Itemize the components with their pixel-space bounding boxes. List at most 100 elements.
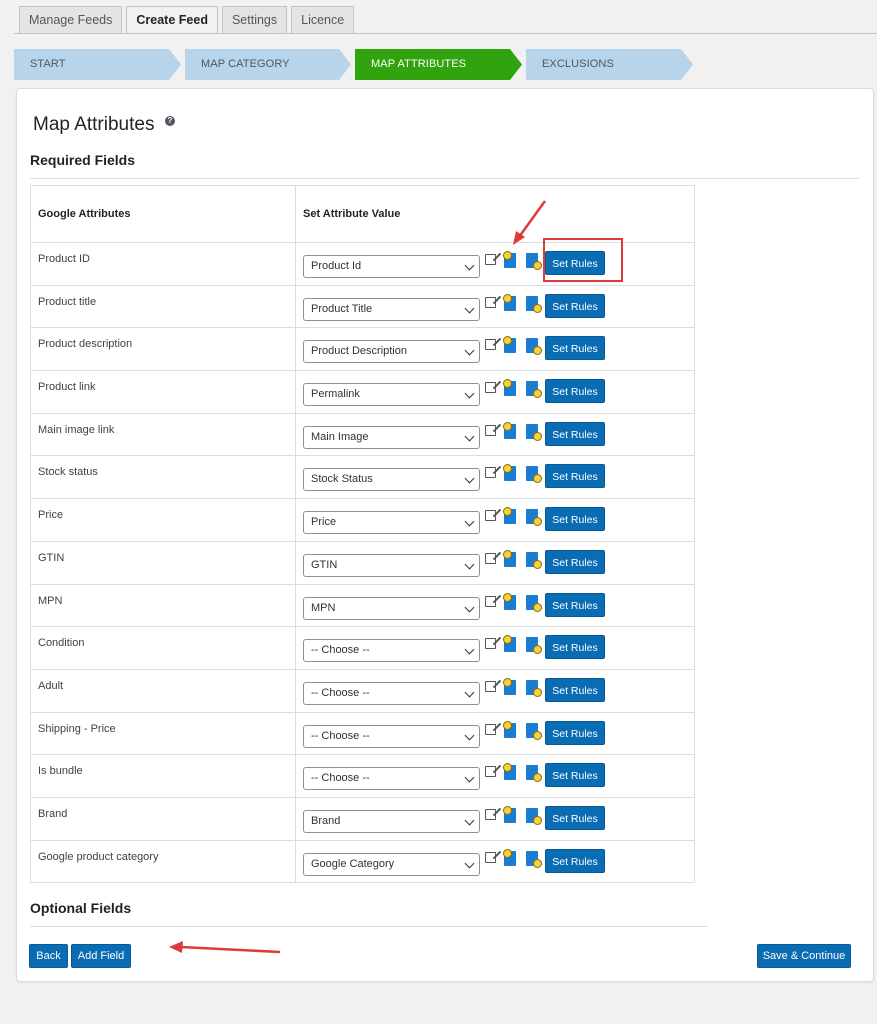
edit-icon[interactable] [485, 339, 496, 351]
set-rules-button[interactable]: Set Rules [545, 848, 605, 873]
attribute-value-select[interactable]: Google Category [303, 852, 480, 876]
attribute-value-select[interactable]: -- Choose -- [303, 639, 480, 663]
add-attribute-icon[interactable] [503, 677, 520, 697]
combine-attribute-icon[interactable] [525, 251, 542, 270]
question-circle-icon[interactable]: ? [165, 116, 175, 126]
edit-icon[interactable] [485, 467, 496, 479]
combine-attribute-icon[interactable] [525, 721, 542, 740]
edit-icon[interactable] [485, 552, 496, 564]
attribute-value-select[interactable]: Main Image [303, 425, 480, 449]
edit-icon[interactable] [485, 254, 496, 265]
set-rules-button[interactable]: Set Rules [545, 677, 605, 702]
combine-attribute-icon[interactable] [525, 507, 542, 527]
select-value: Brand [311, 814, 341, 827]
set-rules-button[interactable]: Set Rules [545, 763, 605, 788]
add-attribute-icon[interactable] [503, 464, 520, 483]
attribute-value-select[interactable]: GTIN [303, 553, 480, 577]
set-rules-button[interactable]: Set Rules [545, 720, 605, 745]
attribute-value-select[interactable]: Product Id [303, 255, 480, 278]
combine-attribute-icon[interactable] [525, 464, 542, 484]
combine-attribute-icon[interactable] [525, 849, 542, 868]
attribute-name: Stock status [30, 455, 296, 500]
edit-icon[interactable] [485, 424, 496, 436]
set-rules-button[interactable]: Set Rules [545, 336, 605, 361]
edit-icon[interactable] [485, 808, 496, 820]
set-rules-button[interactable]: Set Rules [545, 592, 605, 617]
add-attribute-icon[interactable] [503, 336, 520, 355]
table-row: MPN MPN Set Rules [30, 583, 695, 628]
set-rules-button[interactable]: Set Rules [545, 549, 605, 574]
save-continue-button[interactable]: Save & Continue [757, 944, 851, 968]
attribute-value-select[interactable]: Product Title [303, 297, 480, 321]
combine-attribute-icon[interactable] [525, 550, 542, 569]
attribute-value-cell: Permalink Set Rules [295, 370, 695, 414]
set-rules-button[interactable]: Set Rules [545, 293, 605, 318]
set-rules-button[interactable]: Set Rules [545, 379, 605, 404]
tab-create-feed[interactable]: Create Feed [126, 6, 218, 34]
edit-icon[interactable] [485, 510, 496, 522]
attribute-value-select[interactable]: Permalink [303, 383, 480, 407]
edit-icon[interactable] [485, 296, 496, 308]
combine-attribute-icon[interactable] [525, 593, 542, 612]
attribute-value-select[interactable]: Price [303, 511, 480, 535]
tab-settings[interactable]: Settings [221, 6, 288, 34]
step-map-attributes[interactable]: MAP ATTRIBUTES [355, 49, 522, 80]
set-rules-button[interactable]: Set Rules [545, 805, 605, 830]
step-start[interactable]: START [14, 49, 181, 80]
chevron-down-icon [464, 644, 475, 655]
tab-licence[interactable]: Licence [291, 6, 355, 34]
add-attribute-icon[interactable] [503, 379, 520, 398]
attribute-name: Google product category [30, 839, 296, 884]
edit-icon[interactable] [485, 382, 496, 394]
add-attribute-icon[interactable] [503, 507, 520, 526]
combine-attribute-icon[interactable] [525, 294, 542, 313]
add-attribute-icon[interactable] [503, 848, 520, 868]
table-row: Google product category Google Category Se… [30, 839, 695, 884]
combine-attribute-icon[interactable] [525, 806, 542, 825]
add-attribute-icon[interactable] [503, 549, 520, 569]
edit-icon[interactable] [485, 766, 496, 778]
edit-icon[interactable] [485, 851, 496, 863]
add-attribute-icon[interactable] [503, 763, 520, 782]
select-value: Price [311, 516, 337, 529]
table-row: Product description Product Description Se… [30, 327, 695, 372]
edit-icon[interactable] [485, 638, 496, 650]
attribute-value-select[interactable]: Stock Status [303, 468, 480, 492]
combine-attribute-icon[interactable] [525, 635, 542, 655]
attribute-value-select[interactable]: -- Choose -- [303, 681, 480, 705]
combine-attribute-icon[interactable] [525, 763, 542, 783]
attribute-value-select[interactable]: -- Choose -- [303, 767, 480, 791]
set-rules-button[interactable]: Set Rules [545, 421, 605, 446]
step-map-category[interactable]: MAP CATEGORY [185, 49, 351, 80]
tab-manage-feeds[interactable]: Manage Feeds [19, 6, 123, 34]
select-value: Product Title [311, 302, 373, 315]
combine-attribute-icon[interactable] [525, 422, 542, 441]
combine-attribute-icon[interactable] [525, 678, 542, 697]
combine-attribute-icon[interactable] [525, 379, 542, 399]
combine-attribute-icon[interactable] [525, 336, 542, 356]
set-rules-button[interactable]: Set Rules [545, 464, 605, 489]
table-row: Product link Permalink Set Rules [30, 370, 695, 414]
table-row: Main image link Main Image Set Rules [30, 412, 695, 457]
set-rules-button[interactable]: Set Rules [545, 507, 605, 532]
back-button[interactable]: Back [29, 944, 68, 968]
attribute-value-select[interactable]: Product Description [303, 340, 480, 364]
add-attribute-icon[interactable] [503, 805, 520, 825]
step-exclusions[interactable]: EXCLUSIONS [526, 49, 693, 80]
edit-icon[interactable] [485, 723, 496, 735]
set-rules-button[interactable]: Set Rules [545, 635, 605, 660]
add-attribute-icon[interactable] [503, 592, 520, 612]
attribute-value-select[interactable]: -- Choose -- [303, 724, 480, 748]
add-attribute-icon[interactable] [503, 720, 520, 740]
add-attribute-icon[interactable] [503, 293, 520, 313]
table-row: Product title Product Title Set Rules [30, 284, 695, 329]
add-attribute-icon[interactable] [503, 251, 520, 270]
add-attribute-icon[interactable] [503, 635, 520, 654]
edit-icon[interactable] [485, 595, 496, 607]
attribute-value-select[interactable]: Brand [303, 809, 480, 833]
add-field-button[interactable]: Add Field [71, 944, 131, 968]
edit-icon[interactable] [485, 680, 496, 692]
chevron-down-icon [464, 303, 475, 314]
add-attribute-icon[interactable] [503, 421, 520, 441]
attribute-value-select[interactable]: MPN [303, 596, 480, 620]
